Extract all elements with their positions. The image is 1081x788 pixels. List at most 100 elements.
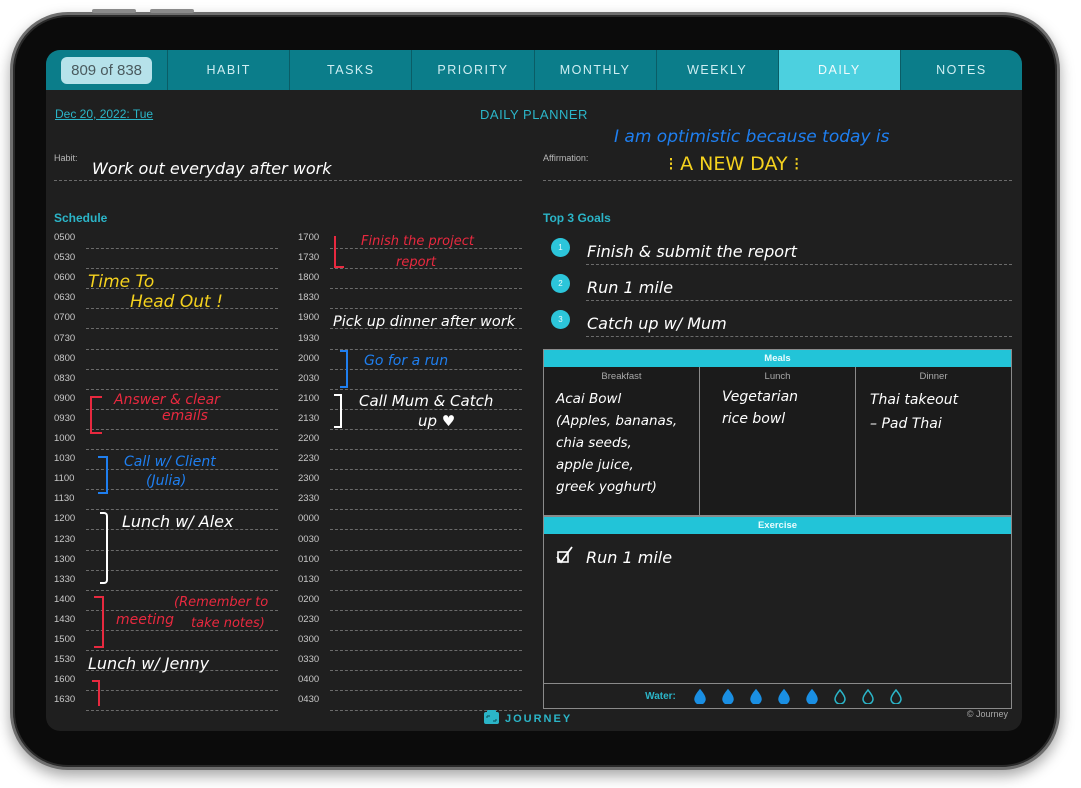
dinner-text: Thai takeout – Pad Thai (870, 392, 959, 432)
schedule-slot-line[interactable] (330, 609, 522, 611)
schedule-note[interactable]: Time To (88, 272, 154, 292)
schedule-slot-line[interactable] (86, 710, 278, 712)
schedule-slot-line[interactable] (86, 489, 278, 491)
schedule-note[interactable]: up ♥ (418, 412, 455, 430)
exercise-text: Run 1 mile (586, 548, 673, 567)
schedule-note[interactable]: Lunch w/ Alex (122, 512, 233, 531)
water-drop-filled-icon[interactable] (742, 688, 770, 704)
tab-tasks[interactable]: TASKS (290, 50, 413, 90)
habit-line (54, 180, 522, 181)
water-drop-filled-icon[interactable] (770, 688, 798, 704)
schedule-slot-line[interactable] (330, 469, 522, 471)
schedule-note[interactable]: report (396, 255, 436, 270)
page-counter: 809 of 838 (61, 56, 153, 84)
water-drop-empty-icon[interactable] (854, 688, 882, 704)
dinner-cell[interactable]: Dinner Thai takeout – Pad Thai (856, 367, 1011, 515)
goal-number-badge: 2 (551, 274, 570, 293)
schedule-slot-line[interactable] (86, 549, 278, 551)
schedule-slot-line[interactable] (86, 268, 278, 270)
schedule-note[interactable]: take notes) (191, 616, 265, 631)
schedule-heading: Schedule (54, 211, 108, 225)
schedule-slot-line[interactable] (86, 248, 278, 249)
schedule-note[interactable]: meeting (116, 612, 174, 628)
affirmation-line-2[interactable]: ⁝ A NEW DAY ⁝ (668, 153, 800, 175)
schedule-slot-line[interactable] (330, 589, 522, 591)
schedule-note[interactable]: (Julia) (146, 473, 186, 489)
tab-weekly[interactable]: WEEKLY (656, 50, 779, 90)
water-drop-empty-icon[interactable] (882, 688, 910, 704)
habit-value[interactable]: Work out everyday after work (92, 159, 331, 178)
goal-text[interactable]: Finish & submit the report (587, 242, 797, 261)
tab-priority[interactable]: PRIORITY (412, 50, 535, 90)
journey-logo-icon (484, 710, 499, 727)
schedule-slot-line[interactable] (330, 449, 522, 450)
tab-daily[interactable]: DAILY (778, 50, 901, 90)
affirmation-highlight: A NEW DAY (680, 153, 788, 175)
schedule-note[interactable]: Call w/ Client (124, 454, 216, 470)
tab-habit[interactable]: HABIT (168, 50, 291, 90)
schedule-note[interactable]: Finish the project (361, 234, 474, 249)
dinner-label: Dinner (919, 371, 948, 382)
checkbox-checked-icon[interactable] (556, 545, 576, 570)
schedule-slot-line[interactable] (330, 629, 522, 631)
schedule-slot-line[interactable] (330, 388, 522, 390)
page-counter-tab[interactable]: 809 of 838 (46, 50, 169, 90)
schedule-slot-line[interactable] (86, 449, 278, 450)
tab-monthly[interactable]: MONTHLY (534, 50, 657, 90)
goal-line (586, 264, 1012, 265)
time-label: 1300 (54, 553, 76, 565)
schedule-slot-line[interactable] (330, 690, 522, 692)
schedule-slot-line[interactable] (330, 529, 522, 531)
water-drop-filled-icon[interactable] (714, 688, 742, 704)
water-drop-filled-icon[interactable] (686, 688, 714, 704)
schedule-note[interactable]: Pick up dinner after work (333, 314, 515, 330)
schedule-note[interactable]: Go for a run (364, 353, 448, 369)
schedule-slot-line[interactable] (86, 328, 278, 330)
lunch-cell[interactable]: Lunch Vegetarian rice bowl (700, 367, 856, 515)
schedule-slot-line[interactable] (86, 569, 278, 571)
schedule-slot-line[interactable] (330, 549, 522, 551)
schedule-slot-line[interactable] (330, 288, 522, 290)
exercise-item[interactable]: Run 1 mile (556, 545, 672, 570)
schedule-slot-line[interactable] (330, 670, 522, 672)
tab-bar: 809 of 838 HABIT TASKS PRIORITY MONTHLY … (46, 50, 1022, 90)
schedule-slot-line[interactable] (86, 348, 278, 350)
time-label: 1700 (298, 232, 320, 243)
schedule-slot-line[interactable] (86, 509, 278, 511)
schedule-note[interactable]: (Remember to (174, 595, 268, 610)
exercise-box[interactable]: Exercise Run 1 mile (543, 516, 1012, 684)
time-label: 1530 (54, 654, 76, 666)
schedule-slot-line[interactable] (86, 690, 278, 692)
schedule-slot-line[interactable] (330, 489, 522, 491)
schedule-slot-line[interactable] (86, 589, 278, 591)
volume-button (92, 9, 136, 13)
schedule-slot-line[interactable] (330, 569, 522, 571)
goals-heading: Top 3 Goals (543, 211, 611, 225)
schedule-note[interactable]: Call Mum & Catch (359, 392, 493, 410)
schedule-note[interactable]: Answer & clear (114, 392, 220, 408)
breakfast-cell[interactable]: Breakfast Acai Bowl (Apples, bananas, ch… (544, 367, 700, 515)
water-drop-empty-icon[interactable] (826, 688, 854, 704)
schedule-slot-line[interactable] (330, 308, 522, 310)
water-drop-filled-icon[interactable] (798, 688, 826, 704)
volume-button (150, 9, 194, 13)
affirmation-label: Affirmation: (543, 153, 589, 163)
schedule-note[interactable]: Lunch w/ Jenny (88, 654, 209, 673)
schedule-slot-line[interactable] (86, 388, 278, 390)
schedule-slot-line[interactable] (330, 509, 522, 511)
schedule-slot-line[interactable] (86, 368, 278, 370)
goal-number-badge: 3 (551, 310, 570, 329)
time-label: 0500 (54, 232, 76, 243)
schedule-note[interactable]: emails (162, 408, 208, 424)
affirmation-line-1[interactable]: I am optimistic because today is (614, 127, 890, 147)
schedule-slot-line[interactable] (86, 428, 278, 430)
goal-text[interactable]: Run 1 mile (587, 278, 673, 297)
schedule-slot-line[interactable] (86, 650, 278, 651)
journey-logo: JOURNEY (484, 710, 572, 727)
schedule-note[interactable]: Head Out ! (130, 292, 223, 312)
tab-notes[interactable]: NOTES (900, 50, 1022, 90)
time-label: 2000 (298, 352, 320, 364)
schedule-slot-line[interactable] (330, 348, 522, 350)
goal-text[interactable]: Catch up w/ Mum (587, 314, 727, 333)
schedule-slot-line[interactable] (330, 650, 522, 651)
